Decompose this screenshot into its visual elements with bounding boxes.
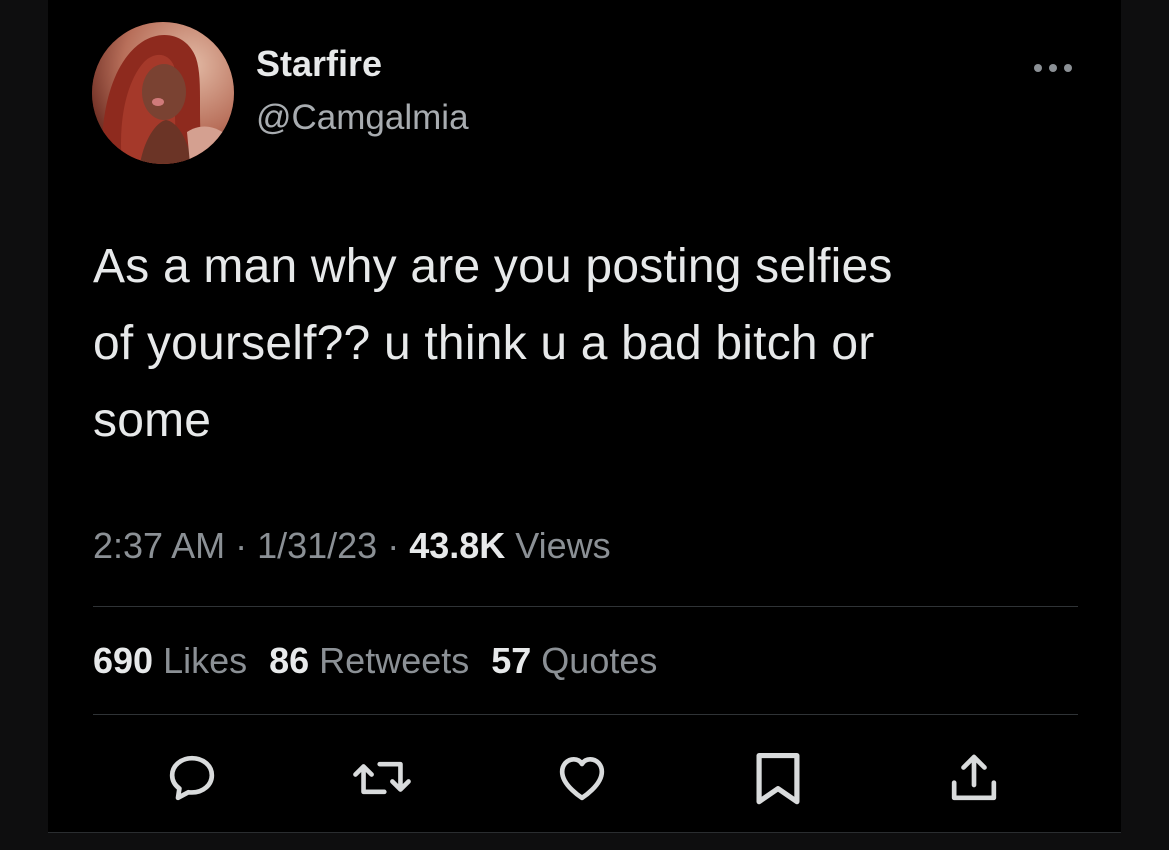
views-count[interactable]: 43.8K	[409, 525, 505, 566]
bookmark-button[interactable]	[746, 746, 810, 810]
meta-separator: ·	[225, 525, 258, 566]
user-handle[interactable]: @Camgalmia	[256, 100, 469, 135]
quotes-count: 57	[491, 640, 532, 681]
tweet-date[interactable]: 1/31/23	[257, 525, 377, 566]
quotes-label: Quotes	[531, 640, 658, 681]
more-dots-icon	[1034, 64, 1072, 72]
action-bar	[48, 746, 1121, 810]
views-label[interactable]: Views	[505, 525, 610, 566]
divider	[93, 606, 1078, 607]
like-icon	[559, 757, 605, 801]
retweet-icon	[353, 761, 411, 795]
display-name[interactable]: Starfire	[256, 46, 382, 82]
like-button[interactable]	[550, 746, 614, 810]
likes-stat[interactable]: 690 Likes	[93, 640, 247, 681]
tweet-text: As a man why are you posting selfies of …	[93, 228, 1053, 459]
share-button[interactable]	[942, 746, 1006, 810]
retweet-button[interactable]	[350, 746, 414, 810]
tweet-text-line: some	[93, 394, 212, 447]
more-options-button[interactable]	[1030, 54, 1076, 82]
reply-icon	[169, 755, 215, 801]
likes-label: Likes	[153, 640, 248, 681]
meta-separator: ·	[377, 525, 410, 566]
tweet-time[interactable]: 2:37 AM	[93, 525, 225, 566]
avatar[interactable]	[92, 22, 234, 164]
bottom-border	[48, 832, 1121, 833]
retweets-stat[interactable]: 86 Retweets	[269, 640, 469, 681]
tweet-card: Starfire @Camgalmia As a man why are you…	[48, 0, 1121, 832]
bookmark-icon	[756, 752, 800, 805]
tweet-text-line: As a man why are you posting selfies	[93, 240, 893, 293]
retweets-count: 86	[269, 640, 310, 681]
divider	[93, 714, 1078, 715]
retweets-label: Retweets	[309, 640, 470, 681]
tweet-meta: 2:37 AM · 1/31/23 · 43.8K Views	[93, 528, 611, 564]
likes-count: 690	[93, 640, 154, 681]
share-icon	[951, 754, 997, 801]
reply-button[interactable]	[160, 746, 224, 810]
engagement-stats: 690 Likes 86 Retweets 57 Quotes	[93, 643, 679, 679]
quotes-stat[interactable]: 57 Quotes	[491, 640, 657, 681]
avatar-image	[92, 22, 234, 164]
tweet-text-line: of yourself?? u think u a bad bitch or	[93, 317, 875, 370]
